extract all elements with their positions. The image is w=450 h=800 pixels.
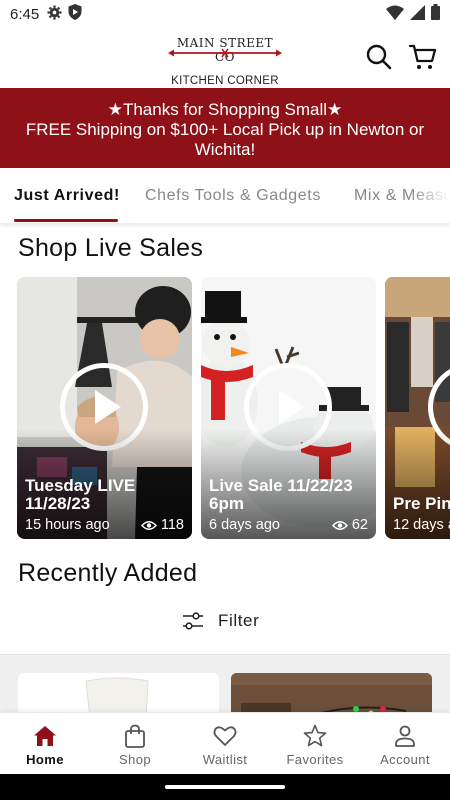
nav-home-label: Home (26, 752, 64, 767)
live-sale-card[interactable]: Pre Pink 12 days ago (385, 277, 450, 539)
nav-account[interactable]: Account (360, 713, 450, 775)
nav-home[interactable]: Home (0, 713, 90, 775)
nav-shop[interactable]: Shop (90, 713, 180, 775)
promo-line-2: FREE Shipping on $100+ Local Pick up in … (25, 120, 425, 139)
nav-favorites-label: Favorites (286, 752, 344, 767)
tab-scroll-fade (410, 168, 450, 222)
filter-sliders-icon (183, 612, 203, 630)
promo-line-1: ★Thanks for Shopping Small★ (107, 100, 343, 119)
search-icon (366, 44, 392, 70)
live-sale-time-ago: 15 hours ago (25, 517, 110, 533)
live-sale-card[interactable]: Tuesday LIVE 11/28/23 15 hours ago 118 (17, 277, 192, 539)
shopping-bag-icon (125, 724, 145, 748)
cart-icon (408, 44, 437, 69)
nav-favorites[interactable]: Favorites (270, 713, 360, 775)
active-tab-indicator (14, 219, 118, 222)
logo-arrow-icon (168, 48, 282, 58)
wifi-icon (386, 5, 404, 24)
live-sale-time-ago: 12 days ago (393, 517, 450, 533)
live-sale-title: Pre Pink (393, 494, 450, 513)
eye-icon (140, 520, 157, 530)
nav-waitlist[interactable]: Waitlist (180, 713, 270, 775)
live-sale-views: 118 (140, 517, 184, 533)
system-navigation-bar (0, 774, 450, 800)
live-sale-meta: 12 days ago (393, 517, 450, 533)
live-sale-view-count: 118 (160, 517, 184, 533)
nav-waitlist-label: Waitlist (202, 752, 248, 767)
search-button[interactable] (364, 42, 394, 72)
live-sales-heading: Shop Live Sales (18, 234, 204, 262)
live-sale-meta: 6 days ago 62 (209, 517, 368, 533)
bottom-navigation: Home Shop Waitlist Favorites Account (0, 712, 450, 774)
nav-shop-label: Shop (119, 752, 151, 767)
store-logo[interactable]: MAIN STREET CO KITCHEN CORNER (168, 36, 282, 87)
heart-icon (213, 726, 237, 746)
home-icon (34, 726, 56, 746)
filter-button[interactable]: Filter (182, 607, 259, 635)
person-icon (395, 725, 415, 747)
recently-added-heading: Recently Added (18, 559, 198, 587)
live-sale-view-count: 62 (351, 517, 368, 533)
gear-icon (47, 4, 62, 24)
signal-icon (410, 4, 425, 24)
live-sale-views: 62 (331, 517, 368, 533)
live-sale-title: Tuesday LIVE 11/28/23 (25, 476, 136, 513)
eye-icon (331, 520, 348, 530)
tab-chefs-tools-gadgets[interactable]: Chefs Tools & Gadgets (145, 187, 321, 205)
promo-line-3: Wichita! (194, 140, 256, 159)
battery-icon (431, 4, 440, 24)
nav-account-label: Account (380, 752, 430, 767)
category-tabs: Just Arrived! Chefs Tools & Gadgets Mix … (0, 168, 450, 224)
filter-label: Filter (218, 611, 260, 630)
cart-button[interactable] (408, 42, 438, 72)
app-header: MAIN STREET CO KITCHEN CORNER (0, 28, 450, 88)
status-bar: 6:45 (0, 0, 450, 28)
home-gesture-handle[interactable] (165, 785, 285, 789)
live-sale-card[interactable]: Live Sale 11/22/23 6pm 6 days ago 62 (201, 277, 376, 539)
logo-line-2: KITCHEN CORNER (171, 75, 279, 87)
live-sale-title: Live Sale 11/22/23 6pm (209, 476, 353, 513)
live-sale-time-ago: 6 days ago (209, 517, 280, 533)
star-icon (303, 724, 327, 747)
tab-just-arrived[interactable]: Just Arrived! (14, 187, 120, 205)
status-time: 6:45 (10, 5, 40, 23)
live-sale-meta: 15 hours ago 118 (25, 517, 184, 533)
shield-icon (68, 4, 82, 24)
promo-banner: ★Thanks for Shopping Small★ FREE Shippin… (0, 88, 450, 168)
live-sales-carousel[interactable]: Tuesday LIVE 11/28/23 15 hours ago 118 L… (0, 277, 450, 539)
